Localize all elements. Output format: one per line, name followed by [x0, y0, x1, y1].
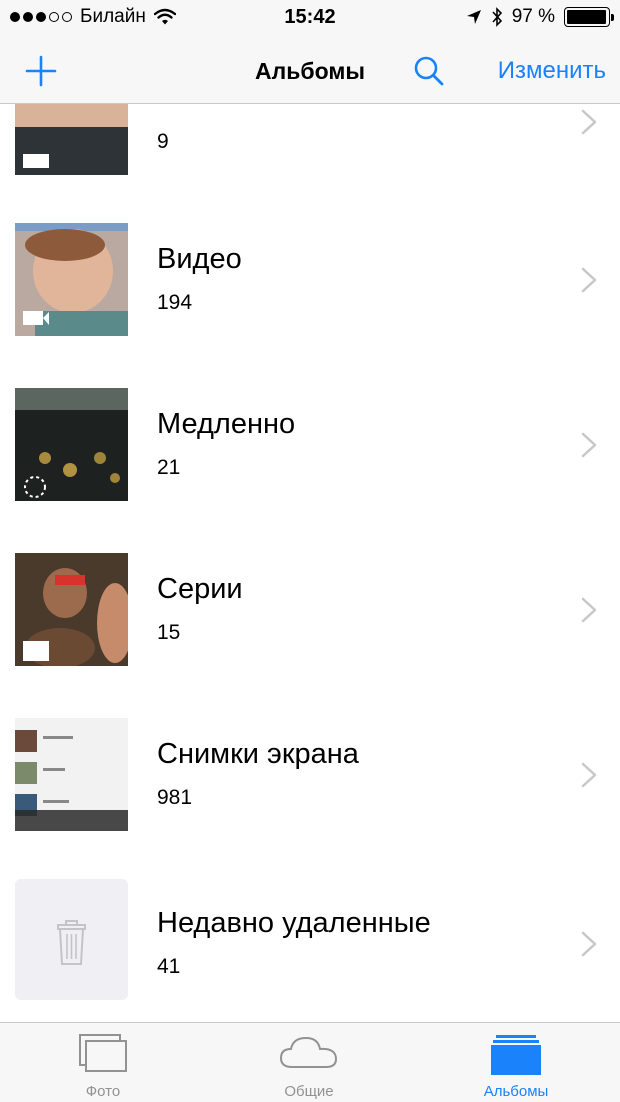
chevron-right-icon	[581, 597, 597, 623]
album-row-slomo[interactable]: Медленно 21	[0, 376, 620, 541]
album-count: 41	[157, 955, 181, 978]
album-title: Серии	[157, 573, 243, 605]
panorama-badge-icon	[23, 154, 49, 168]
tab-bar: Фото Общие Альбомы	[0, 1022, 620, 1102]
tab-shared[interactable]: Общие	[206, 1023, 412, 1102]
status-right: 97 %	[466, 6, 614, 28]
chevron-right-icon	[581, 931, 597, 957]
tab-label: Общие	[284, 1083, 334, 1100]
album-thumbnail	[15, 388, 128, 501]
album-title: Медленно	[157, 408, 296, 440]
bluetooth-icon	[492, 7, 502, 27]
navigation-bar: Альбомы Изменить	[0, 38, 620, 104]
location-arrow-icon	[466, 10, 481, 24]
chevron-right-icon	[581, 432, 597, 458]
album-thumbnail	[15, 879, 128, 1000]
album-row[interactable]: 9	[0, 104, 620, 175]
albums-tab-icon	[491, 1035, 541, 1075]
album-row-recently-deleted[interactable]: Недавно удаленные 41	[0, 871, 620, 1022]
cloud-tab-icon	[279, 1036, 338, 1068]
chevron-right-icon	[581, 109, 597, 135]
album-list: 9 Видео 194 Медленно 21 Серии 15 Снимки …	[0, 104, 620, 1022]
burst-badge-icon	[23, 641, 49, 661]
album-row-screenshots[interactable]: Снимки экрана 981	[0, 706, 620, 871]
album-title: Недавно удаленные	[157, 907, 431, 939]
album-title: Снимки экрана	[157, 738, 359, 770]
album-thumbnail	[15, 553, 128, 666]
battery-icon	[564, 7, 614, 27]
edit-button[interactable]: Изменить	[498, 57, 606, 85]
tab-photos[interactable]: Фото	[0, 1023, 206, 1102]
chevron-right-icon	[581, 267, 597, 293]
video-badge-icon	[23, 311, 43, 325]
album-row-video[interactable]: Видео 194	[0, 211, 620, 376]
album-row-burst[interactable]: Серии 15	[0, 541, 620, 706]
chevron-right-icon	[581, 762, 597, 788]
photos-albums-screen: Билайн 15:42 97 % Альбомы Изменить 9 Вид…	[0, 0, 620, 1102]
album-count: 194	[157, 291, 193, 314]
album-count: 981	[157, 786, 193, 809]
album-count: 15	[157, 621, 181, 644]
tab-albums[interactable]: Альбомы	[412, 1023, 620, 1102]
album-thumbnail	[15, 223, 128, 336]
status-bar: Билайн 15:42 97 %	[0, 0, 620, 38]
tab-label: Фото	[85, 1083, 121, 1100]
photos-tab-icon	[79, 1034, 127, 1072]
tab-label: Альбомы	[483, 1083, 549, 1100]
album-thumbnail	[15, 104, 128, 175]
album-count: 21	[157, 456, 181, 479]
battery-percent: 97 %	[511, 6, 555, 27]
trash-icon	[57, 920, 86, 965]
album-title: Видео	[157, 243, 242, 275]
battery-level	[567, 10, 606, 24]
album-thumbnail	[15, 718, 128, 831]
search-button[interactable]	[410, 52, 448, 90]
album-count: 9	[157, 130, 169, 153]
